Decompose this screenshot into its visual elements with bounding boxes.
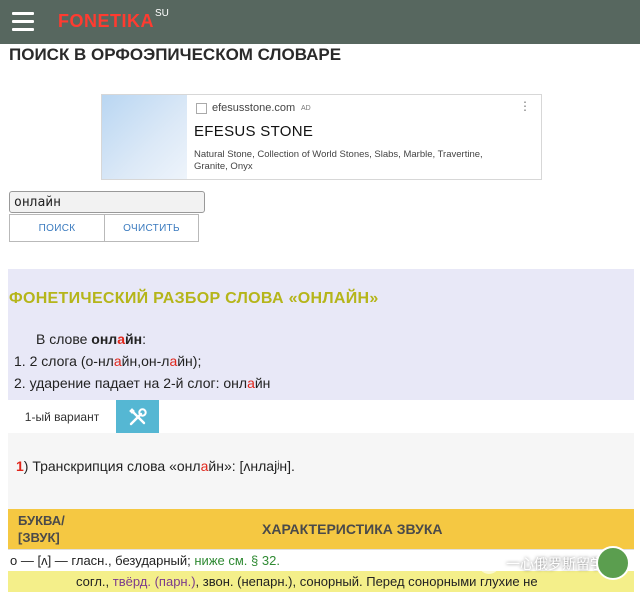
clear-button[interactable]: ОЧИСТИТЬ — [104, 214, 199, 242]
watermark-text: 一心俄罗斯留学 — [506, 556, 604, 572]
header-line: БУКВА/ — [18, 513, 65, 528]
stress-line: 2. ударение падает на 2-й слог: онлайн — [14, 372, 270, 394]
intro-suffix: : — [142, 331, 146, 347]
row-text: согл., твёрд. (парн.), звон. (непарн.), … — [76, 574, 538, 589]
ad-banner[interactable]: efesusstone.com AD ⋮ EFESUS STONE Natura… — [101, 94, 542, 180]
column-characteristic-header: ХАРАКТЕРИСТИКА ЗВУКА — [262, 521, 443, 537]
variant-tabs: 1-ый вариант — [8, 400, 634, 433]
analysis-title: ФОНЕТИЧЕСКИЙ РАЗБОР СЛОВА «ОНЛАЙН» — [9, 290, 379, 307]
header-line: [ЗВУК] — [18, 530, 60, 545]
reference-link[interactable]: ниже см. § 32. — [194, 553, 280, 568]
highlighted-term[interactable]: твёрд. (парн.) — [113, 574, 196, 589]
text-part: 2. ударение падает на 2-й слог: онл — [14, 375, 248, 391]
intro-prefix: В слове — [36, 331, 92, 347]
ad-headline[interactable]: EFESUS STONE — [194, 123, 313, 140]
transcription-part: ʲн]. — [277, 458, 295, 474]
site-logo-suffix: SU — [155, 8, 169, 19]
more-options-icon[interactable]: ⋮ — [519, 99, 531, 113]
row-text: о — [ʌ] — гласн., безударный; ниже см. §… — [10, 553, 280, 568]
search-input[interactable] — [9, 191, 205, 213]
text-part: 1. 2 слога (о-нл — [14, 353, 114, 369]
ad-badge: AD — [301, 105, 311, 112]
ad-domain[interactable]: efesusstone.com — [212, 102, 295, 114]
ad-checkbox-icon — [196, 103, 207, 114]
menu-icon[interactable] — [12, 12, 34, 32]
sound-table-header: БУКВА/ [ЗВУК] ХАРАКТЕРИСТИКА ЗВУКА — [8, 509, 634, 549]
stressed-vowel: а — [247, 375, 255, 391]
transcription-line: 1) Транскрипция слова «онлайн»: [ʌнлаjʲн… — [16, 458, 295, 474]
text-part: йн,он-л — [121, 353, 170, 369]
syllables-line: 1. 2 слога (о-нлайн,он-лайн); — [14, 350, 270, 372]
text-part: йн); — [177, 353, 202, 369]
transcription-section: 1) Транскрипция слова «онлайн»: [ʌнлаjʲн… — [8, 433, 634, 509]
tab-variant-1[interactable]: 1-ый вариант — [8, 400, 116, 433]
wechat-icon — [478, 552, 500, 574]
variant-number: 1 — [16, 458, 24, 474]
page-title: ПОИСК В ОРФОЭПИЧЕСКОМ СЛОВАРЕ — [9, 45, 342, 64]
text-part: йн — [254, 375, 271, 391]
text-part: ) Транскрипция слова «онл — [23, 458, 201, 474]
word-part: онл — [91, 331, 118, 347]
sound-description: согл., — [76, 574, 113, 589]
column-letter-header: БУКВА/ [ЗВУК] — [18, 512, 65, 546]
ad-description: Natural Stone, Collection of World Stone… — [194, 149, 483, 172]
avatar — [596, 546, 630, 580]
sound-description: о — [ʌ] — гласн., безударный; — [10, 553, 195, 568]
tools-icon — [128, 407, 147, 425]
stressed-vowel: а — [113, 353, 122, 369]
ad-image[interactable] — [102, 95, 187, 179]
site-logo[interactable]: FONETIKA — [58, 11, 154, 32]
search-button[interactable]: ПОИСК — [9, 214, 105, 242]
word-part: йн — [125, 331, 143, 347]
watermark: 一心俄罗斯留学 — [478, 546, 630, 580]
stressed-vowel: а — [117, 331, 125, 347]
analysis-word: онлайн — [91, 331, 142, 347]
tools-button[interactable] — [116, 400, 159, 433]
analysis-text: В слове онлайн: 1. 2 слога (о-нлайн,он-л… — [14, 328, 270, 394]
top-bar: FONETIKA SU — [0, 0, 640, 44]
transcription-part: йн»: [ʌнлаj — [208, 458, 278, 474]
analysis-intro: В слове онлайн: — [14, 328, 270, 350]
